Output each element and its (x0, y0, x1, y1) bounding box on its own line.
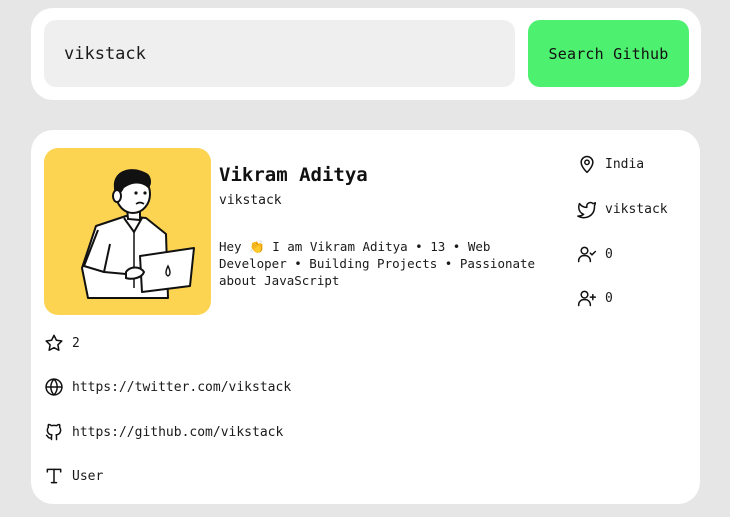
location-item: India (577, 154, 644, 174)
stars-item: 2 (44, 333, 80, 353)
location-text: India (605, 156, 645, 172)
star-icon (44, 333, 64, 353)
twitter-item[interactable]: vikstack (577, 199, 668, 219)
avatar-illustration (81, 169, 195, 299)
github-icon (44, 422, 64, 442)
following-count: 0 (605, 246, 613, 262)
website-link[interactable]: https://twitter.com/vikstack (72, 380, 291, 395)
profile-card: Vikram Aditya vikstack Hey 👏 I am Vikram… (31, 130, 700, 504)
website-item[interactable]: https://twitter.com/vikstack (44, 377, 291, 397)
profile-bio: Hey 👏 I am Vikram Aditya • 13 • Web Deve… (219, 239, 536, 288)
twitter-handle[interactable]: vikstack (605, 202, 668, 217)
twitter-icon (577, 199, 597, 219)
github-link[interactable]: https://github.com/vikstack (72, 425, 283, 440)
globe-icon (44, 377, 64, 397)
type-item: User (44, 466, 103, 486)
search-input[interactable]: vikstack (44, 20, 515, 87)
profile-login: vikstack (219, 193, 282, 208)
account-type: User (72, 468, 104, 484)
user-plus-icon (577, 288, 597, 308)
type-icon (44, 466, 64, 486)
map-pin-icon (577, 154, 597, 174)
avatar (44, 148, 211, 315)
profile-name: Vikram Aditya (219, 164, 368, 186)
search-bar: vikstack Search Github (31, 8, 701, 100)
followers-count: 0 (605, 290, 613, 306)
github-item[interactable]: https://github.com/vikstack (44, 422, 283, 442)
user-check-icon (577, 244, 597, 264)
search-button[interactable]: Search Github (528, 20, 689, 87)
stars-count: 2 (72, 335, 80, 351)
followers-item: 0 (577, 288, 613, 308)
following-item: 0 (577, 244, 613, 264)
